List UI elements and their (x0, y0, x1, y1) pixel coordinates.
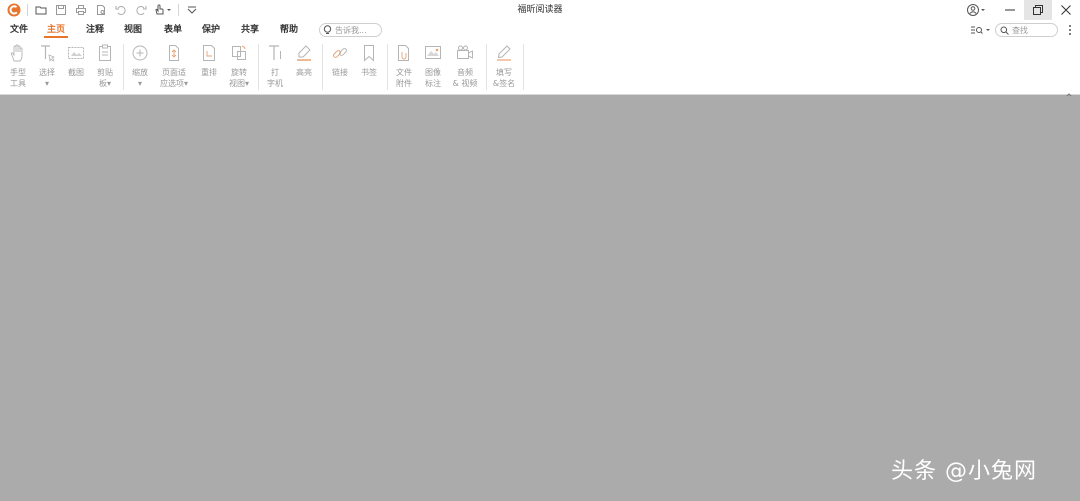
tab-help[interactable]: 帮助 (280, 20, 298, 40)
snapshot-label: 截图 (68, 68, 84, 77)
page-fit-icon (169, 45, 179, 61)
watermark-text: 头条 @小兔网 (891, 459, 1037, 484)
clipboard-button[interactable]: 剪贴 板▾ (95, 43, 115, 89)
file-attachment-button[interactable]: 文件 附件 (394, 43, 414, 89)
snapshot-icon (68, 47, 84, 59)
audio-video-label-2: & 视频 (452, 79, 478, 88)
image-annotation-icon (425, 46, 441, 59)
ribbon-toolbar: 手型 工具 选择 ▾ 截图 剪贴 板▾ 缩放 ▾ 页面适 应选项▾ 重排 旋转 … (0, 40, 1080, 98)
hand-icon (10, 44, 23, 62)
fill-sign-label-1: 填写 (496, 68, 512, 77)
bookmark-icon (364, 45, 374, 62)
audio-video-label-1: 音频 (457, 68, 473, 77)
redo-icon[interactable] (131, 0, 151, 20)
fill-sign-icon (497, 45, 511, 61)
menu-bar: 文件 主页 注释 视图 表单 保护 共享 帮助 (0, 20, 1080, 40)
search-placeholder: 查找 (1012, 25, 1028, 35)
bookmark-button[interactable]: 书签 (359, 43, 379, 78)
link-button[interactable]: 链接 (330, 43, 350, 78)
link-label: 链接 (332, 68, 348, 77)
zoom-label: 缩放 (132, 68, 148, 77)
clipboard-icon (99, 44, 111, 61)
tell-me-placeholder: 告诉我... (335, 25, 367, 35)
document-area[interactable] (0, 96, 1080, 501)
tab-home[interactable]: 主页 (43, 20, 69, 40)
lightbulb-icon (323, 25, 332, 34)
rotate-view-label-2: 视图▾ (228, 79, 249, 88)
select-dropdown-icon: ▾ (44, 79, 49, 88)
image-annotation-label-2: 标注 (425, 79, 441, 88)
undo-icon[interactable] (111, 0, 131, 20)
reflow-button[interactable]: 重排 (199, 43, 219, 78)
zoom-button[interactable]: 缩放 ▾ (130, 43, 150, 89)
restore-button[interactable] (1024, 0, 1052, 20)
video-camera-icon (457, 45, 473, 59)
collapse-ribbon-icon[interactable] (1064, 84, 1074, 98)
open-folder-icon[interactable] (31, 0, 51, 20)
select-text-icon (41, 45, 55, 63)
file-attachment-label-2: 附件 (396, 79, 412, 88)
rotate-view-icon (232, 45, 246, 60)
typewriter-label-2: 字机 (267, 79, 283, 88)
tab-view[interactable]: 视图 (124, 20, 142, 40)
typewriter-button[interactable]: 打 字机 (265, 43, 285, 89)
tab-comment[interactable]: 注释 (86, 20, 104, 40)
file-attachment-label-1: 文件 (396, 68, 412, 77)
zoom-icon (132, 45, 148, 61)
tab-form[interactable]: 表单 (164, 20, 182, 40)
tab-share[interactable]: 共享 (241, 20, 259, 40)
select-label: 选择 (39, 68, 55, 77)
reflow-label: 重排 (201, 68, 217, 77)
typewriter-icon (269, 45, 281, 60)
document-icon[interactable] (91, 0, 111, 20)
tab-protect[interactable]: 保护 (202, 20, 220, 40)
page-fit-button[interactable]: 页面适 应选项▾ (158, 43, 190, 89)
link-icon (333, 48, 347, 58)
more-options-icon[interactable] (1064, 22, 1076, 38)
quick-access-toolbar (0, 0, 202, 20)
zoom-dropdown-icon: ▾ (137, 79, 142, 88)
view-options-button[interactable] (970, 23, 992, 37)
clipboard-label-1: 剪贴 (97, 68, 113, 77)
image-annotation-button[interactable]: 图像 标注 (423, 43, 443, 89)
page-fit-label-1: 页面适 (162, 68, 186, 77)
close-button[interactable] (1052, 0, 1080, 20)
image-annotation-label-1: 图像 (425, 68, 441, 77)
title-bar: 福昕阅读器 (0, 0, 1080, 20)
clipboard-label-2: 板▾ (98, 79, 111, 88)
bookmark-label: 书签 (361, 68, 377, 77)
hand-tool-label-1: 手型 (10, 68, 26, 77)
fill-sign-label-2: &签名 (492, 79, 516, 88)
rotate-view-button[interactable]: 旋转 视图▾ (226, 43, 252, 89)
search-icon (1000, 26, 1009, 35)
search-input[interactable]: 查找 (995, 23, 1058, 37)
hand-tool-button[interactable]: 手型 工具 (7, 43, 29, 89)
fill-sign-button[interactable]: 填写 &签名 (491, 43, 517, 89)
typewriter-label-1: 打 (271, 68, 279, 77)
snapshot-button[interactable]: 截图 (66, 43, 86, 78)
print-icon[interactable] (71, 0, 91, 20)
hand-tool-icon[interactable] (151, 0, 175, 20)
select-button[interactable]: 选择 ▾ (37, 43, 57, 89)
hand-tool-label-2: 工具 (10, 79, 26, 88)
rotate-view-label-1: 旋转 (231, 68, 247, 77)
highlighter-icon (297, 45, 311, 61)
highlight-label: 高亮 (296, 68, 312, 77)
tell-me-input[interactable]: 告诉我... (319, 23, 382, 37)
minimize-button[interactable] (996, 0, 1024, 20)
tab-file[interactable]: 文件 (10, 20, 28, 40)
page-fit-label-2: 应选项▾ (159, 79, 188, 88)
foxit-logo-icon[interactable] (4, 0, 24, 20)
audio-video-button[interactable]: 音频 & 视频 (451, 43, 479, 89)
highlight-button[interactable]: 高亮 (294, 43, 314, 78)
file-attachment-icon (398, 45, 409, 61)
save-icon[interactable] (51, 0, 71, 20)
account-button[interactable] (966, 3, 988, 17)
reflow-icon (203, 45, 215, 61)
customize-icon[interactable] (182, 0, 202, 20)
